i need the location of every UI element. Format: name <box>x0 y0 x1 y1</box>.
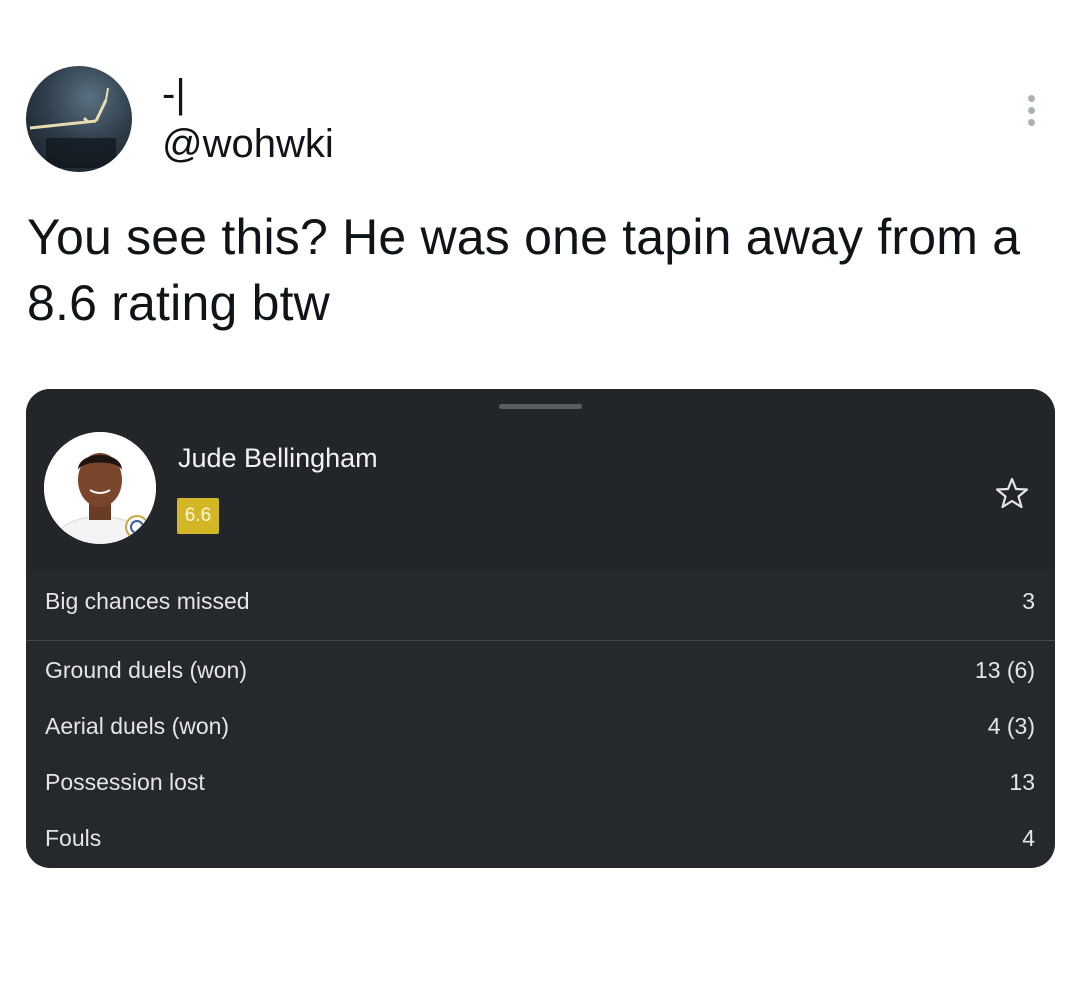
player-portrait-icon <box>44 432 156 544</box>
user-avatar[interactable] <box>26 66 132 172</box>
more-dot <box>1028 95 1035 102</box>
tweet-page: -| @wohwki You see this? He was one tapi… <box>0 0 1080 981</box>
stat-label: Fouls <box>45 825 102 851</box>
display-name[interactable]: -| <box>162 72 186 116</box>
more-options-icon[interactable] <box>1016 88 1046 132</box>
stat-value: 4 (3) <box>987 713 1035 739</box>
stat-label: Big chances missed <box>45 588 250 614</box>
favorite-star-icon[interactable] <box>992 473 1032 513</box>
stat-row: Aerial duels (won) 4 (3) <box>26 698 1055 754</box>
stat-row: Big chances missed 3 <box>26 573 1055 629</box>
stat-label: Ground duels (won) <box>45 657 247 683</box>
stat-row: Ground duels (won) 13 (6) <box>26 642 1055 698</box>
player-name: Jude Bellingham <box>178 443 378 473</box>
stat-value: 3 <box>1022 588 1035 614</box>
stat-value: 13 <box>1009 769 1035 795</box>
stats-divider <box>26 640 1055 641</box>
user-handle[interactable]: @wohwki <box>162 122 334 166</box>
more-dot <box>1028 119 1035 126</box>
player-stats-card[interactable]: Jude Bellingham 6.6 Big chances missed 3… <box>26 389 1055 868</box>
stat-row: Fouls 4 <box>26 810 1055 866</box>
stat-label: Possession lost <box>45 769 205 795</box>
player-photo <box>44 432 156 544</box>
stat-value: 4 <box>1022 825 1035 851</box>
more-dot <box>1028 107 1035 114</box>
card-header <box>26 389 1055 569</box>
tweet-text: You see this? He was one tapin away from… <box>27 209 1021 331</box>
stat-label: Aerial duels (won) <box>45 713 230 739</box>
avatar-image <box>29 87 116 168</box>
rating-badge: 6.6 <box>177 498 219 534</box>
stat-value: 13 (6) <box>974 657 1035 683</box>
stat-row: Possession lost 13 <box>26 754 1055 810</box>
drag-handle[interactable] <box>499 404 582 409</box>
